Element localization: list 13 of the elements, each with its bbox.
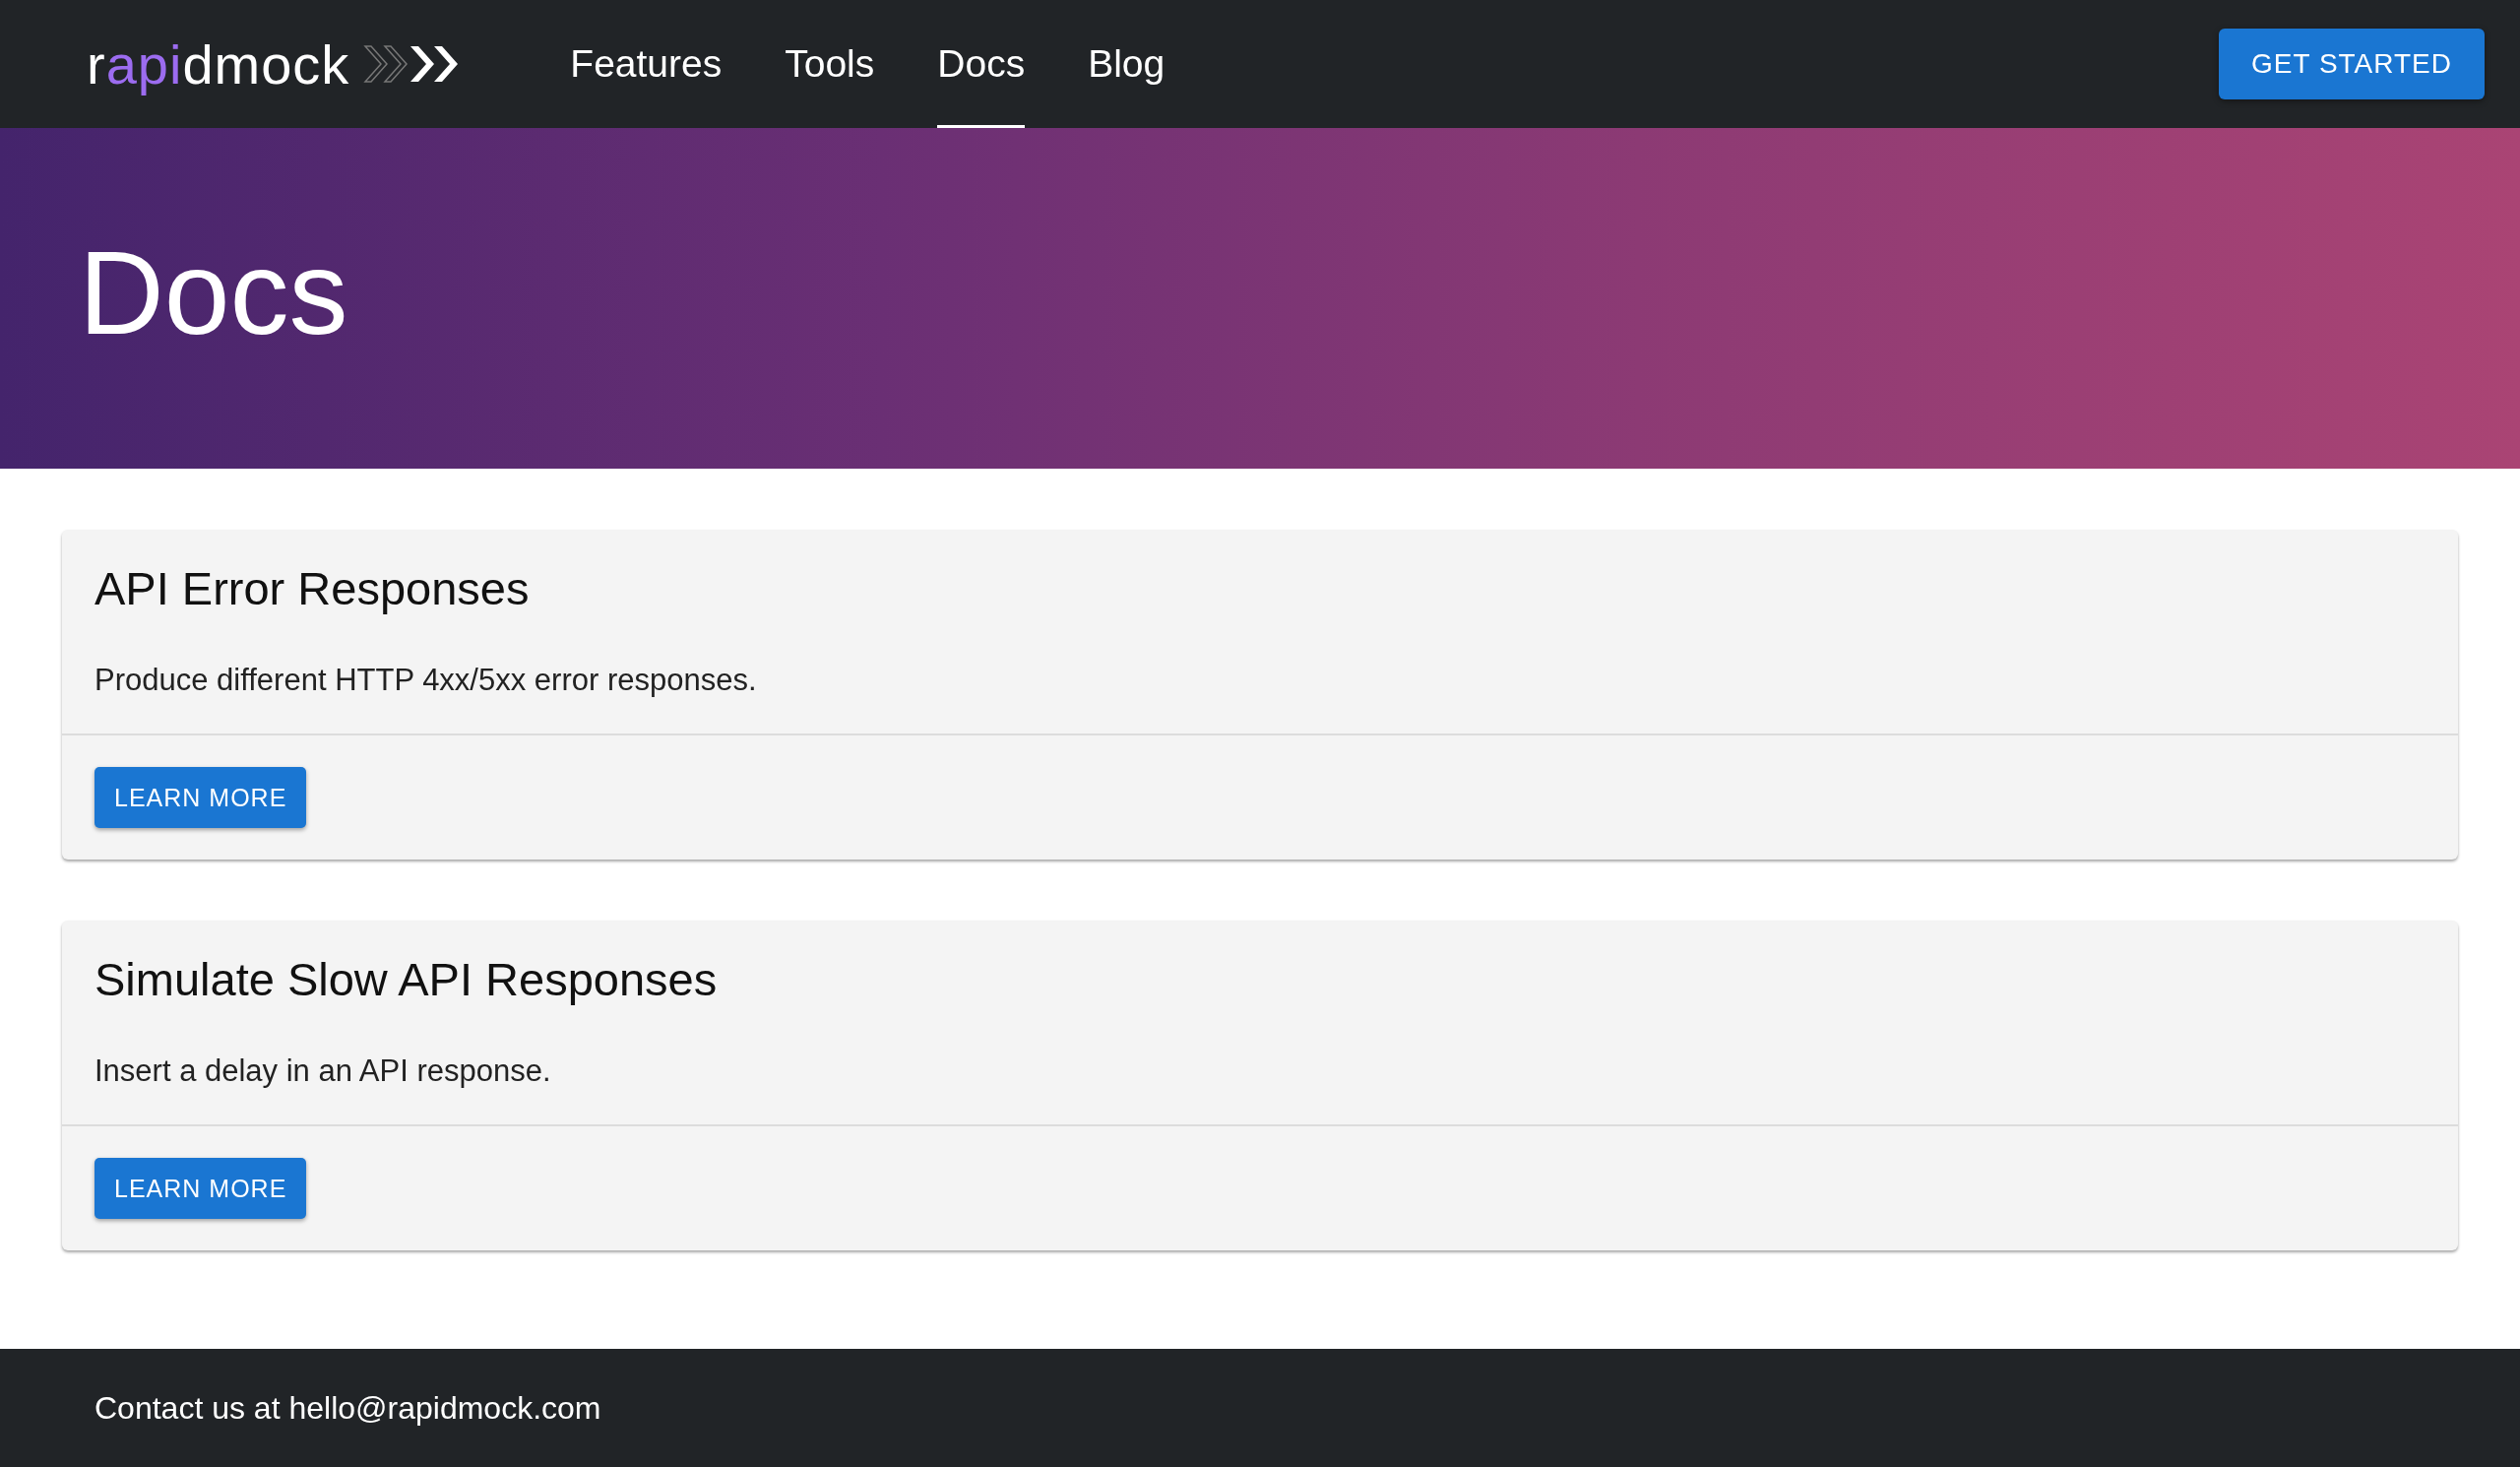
card-title: Simulate Slow API Responses (94, 952, 719, 1006)
nav-link[interactable]: Features (570, 0, 723, 128)
logo-text[interactable]: rapidmock (87, 32, 350, 96)
learn-more-button[interactable]: LEARN MORE (94, 767, 307, 828)
contact-text: Contact us at hello@rapidmock.com (94, 1389, 601, 1427)
card-description: Insert a delay in an API response. (94, 1053, 552, 1089)
learn-more-button[interactable]: LEARN MORE (94, 1158, 307, 1219)
card-title: API Error Responses (94, 561, 531, 615)
get-started-button[interactable]: GET STARTED (2219, 29, 2485, 99)
page-title: Docs (79, 225, 348, 360)
nav-link[interactable]: Tools (785, 0, 875, 128)
nav-link[interactable]: Blog (1088, 0, 1166, 128)
card-description: Produce different HTTP 4xx/5xx error responses. (94, 663, 758, 698)
